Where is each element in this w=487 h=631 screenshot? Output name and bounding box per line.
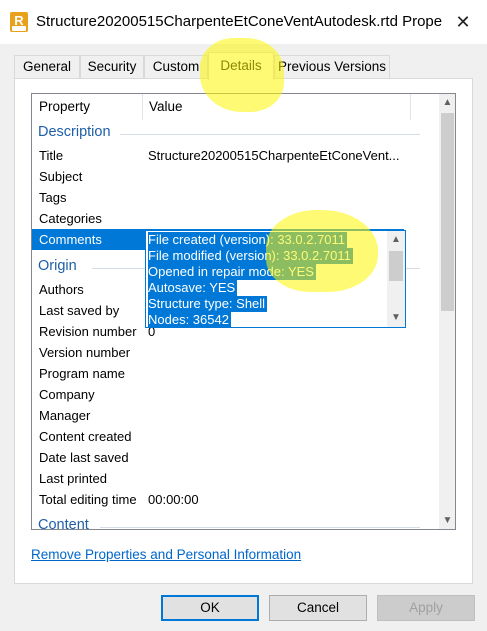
section-description: Description xyxy=(38,124,111,140)
tab-details[interactable]: Details xyxy=(208,52,274,80)
row-label: Title xyxy=(39,148,64,163)
section-origin: Origin xyxy=(38,258,77,274)
list-scrollbar[interactable]: ▲ ▼ xyxy=(439,94,455,529)
chevron-down-icon[interactable]: ▼ xyxy=(387,309,405,327)
comments-scroll-thumb[interactable] xyxy=(389,251,403,281)
row-label: Total editing time xyxy=(39,492,137,507)
tab-previous-versions[interactable]: Previous Versions xyxy=(274,55,390,79)
row-total-editing-time[interactable]: Total editing time 00:00:00 xyxy=(32,489,408,510)
comments-scrollbar[interactable]: ▲ ▼ xyxy=(387,231,405,327)
row-value: Structure20200515CharpenteEtConeVent... xyxy=(148,148,400,163)
column-separator[interactable] xyxy=(410,94,411,120)
comments-line: Nodes: 36542 xyxy=(148,312,231,327)
properties-list[interactable]: Property Value Description Title Structu… xyxy=(31,93,456,530)
header-value[interactable]: Value xyxy=(149,99,183,114)
row-program-name[interactable]: Program name xyxy=(32,363,408,384)
tab-custom[interactable]: Custom xyxy=(144,55,208,79)
comments-line: File created (version): 33.0.2.7011 xyxy=(148,232,348,248)
section-divider xyxy=(120,134,420,135)
row-label: Last saved by xyxy=(39,303,120,318)
column-header: Property Value xyxy=(32,94,439,120)
row-company[interactable]: Company xyxy=(32,384,408,405)
row-version-number[interactable]: Version number xyxy=(32,342,408,363)
section-divider xyxy=(100,527,420,528)
row-label: Company xyxy=(39,387,95,402)
chevron-up-icon[interactable]: ▲ xyxy=(439,94,455,111)
chevron-up-icon[interactable]: ▲ xyxy=(387,231,405,249)
tab-security[interactable]: Security xyxy=(80,55,144,79)
column-separator[interactable] xyxy=(142,94,143,120)
row-label: Categories xyxy=(39,211,102,226)
header-property[interactable]: Property xyxy=(39,99,90,114)
rtd-file-icon: R xyxy=(10,12,28,32)
comments-line: Opened in repair mode: YES xyxy=(148,264,316,280)
cancel-button[interactable]: Cancel xyxy=(269,595,367,621)
row-categories[interactable]: Categories xyxy=(32,208,408,229)
section-content: Content xyxy=(38,517,89,530)
apply-button[interactable]: Apply xyxy=(377,595,475,621)
row-label: Content created xyxy=(39,429,132,444)
row-label: Subject xyxy=(39,169,83,184)
chevron-down-icon[interactable]: ▼ xyxy=(439,512,455,529)
comments-line: Structure type: Shell xyxy=(148,296,268,312)
row-label: Last printed xyxy=(39,471,107,486)
row-label: Tags xyxy=(39,190,67,205)
row-label: Comments xyxy=(39,232,102,247)
comments-line: File modified (version): 33.0.2.7011 xyxy=(148,248,353,264)
comments-textarea[interactable]: File created (version): 33.0.2.7011 File… xyxy=(145,230,406,328)
row-last-printed[interactable]: Last printed xyxy=(32,468,408,489)
row-label: Manager xyxy=(39,408,91,423)
window-title: Structure20200515CharpenteEtConeVentAuto… xyxy=(36,13,444,30)
row-label: Authors xyxy=(39,282,84,297)
close-button[interactable]: ✕ xyxy=(449,10,477,34)
row-label: Date last saved xyxy=(39,450,129,465)
row-content-created[interactable]: Content created xyxy=(32,426,408,447)
comments-text: File created (version): 33.0.2.7011 File… xyxy=(148,232,353,327)
row-date-last-saved[interactable]: Date last saved xyxy=(32,447,408,468)
details-panel: Property Value Description Title Structu… xyxy=(14,78,473,584)
ok-button[interactable]: OK xyxy=(161,595,259,621)
row-subject[interactable]: Subject xyxy=(32,166,408,187)
row-title[interactable]: Title Structure20200515CharpenteEtConeVe… xyxy=(32,145,408,166)
tab-general[interactable]: General xyxy=(14,55,80,79)
row-manager[interactable]: Manager xyxy=(32,405,408,426)
title-bar: R Structure20200515CharpenteEtConeVentAu… xyxy=(0,0,487,44)
comments-line: Autosave: YES xyxy=(148,280,238,296)
row-label: Program name xyxy=(39,366,125,381)
row-tags[interactable]: Tags xyxy=(32,187,408,208)
list-scroll-thumb[interactable] xyxy=(441,113,454,311)
row-label: Revision number xyxy=(39,324,137,339)
row-value: 00:00:00 xyxy=(148,492,199,507)
remove-properties-link[interactable]: Remove Properties and Personal Informati… xyxy=(31,547,301,562)
row-label: Version number xyxy=(39,345,131,360)
